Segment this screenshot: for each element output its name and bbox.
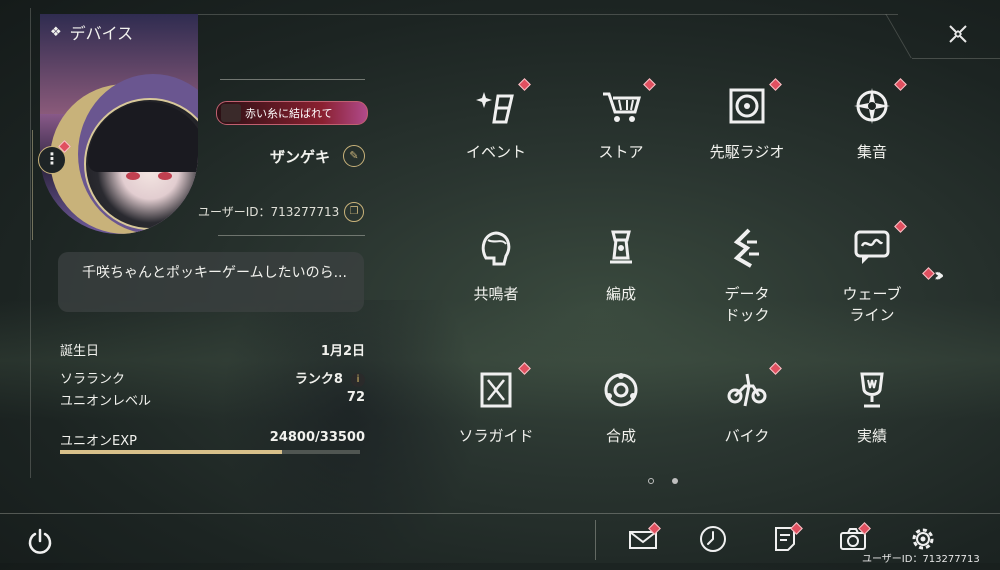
notes-button[interactable]	[770, 522, 803, 554]
notification-badge	[894, 78, 907, 91]
bottom-bar-line	[0, 513, 1000, 514]
notification-badge	[769, 362, 782, 375]
frame-line-top	[198, 14, 898, 15]
notification-badge	[518, 78, 531, 91]
stat-level-label: ユニオンレベル	[60, 394, 152, 409]
menu-item[interactable]: データ ドック	[697, 228, 797, 338]
menu-item-label: 共鳴者	[473, 285, 519, 303]
chess-pieces-icon	[601, 228, 641, 268]
notification-badge	[894, 220, 907, 233]
stat-exp-value: 24800/33500	[269, 430, 365, 445]
exp-progress-bar	[60, 450, 360, 454]
menu-item-label: バイク	[724, 427, 770, 445]
signature-text: 千咲ちゃんとポッキーゲームしたいのら...	[82, 265, 347, 281]
motorbike-icon	[727, 370, 767, 410]
stat-birthday-value: 1月2日	[320, 344, 365, 359]
power-icon	[28, 528, 52, 554]
double-chevron-right-icon: ›››	[934, 265, 945, 286]
character-head-icon	[476, 228, 516, 268]
frame-line-corner	[885, 14, 912, 58]
menu-item-label: 編成	[605, 285, 636, 303]
edit-name-button[interactable]: ✎	[343, 145, 365, 167]
data-dock-icon	[727, 228, 767, 268]
menu-item[interactable]: ストア	[571, 78, 671, 196]
menu-item[interactable]: 集音	[822, 78, 922, 196]
stat-exp-label: ユニオンEXP	[60, 434, 137, 449]
clock-button[interactable]	[698, 524, 728, 554]
page-dot[interactable]	[672, 478, 678, 484]
info-icon[interactable]: i	[351, 372, 365, 387]
cart-icon	[601, 86, 641, 126]
stat-exp: ユニオンEXP 24800/33500	[60, 430, 365, 450]
device-title: ❖ デバイス	[50, 20, 133, 44]
username: ザンゲキ	[270, 148, 331, 166]
menu-item-label: データ ドック	[724, 285, 770, 324]
frame-line-left	[30, 8, 31, 478]
stat-level: ユニオンレベル 72	[60, 390, 365, 410]
menu-item[interactable]: 先駆ラジオ	[697, 78, 797, 196]
badge-thumbnail	[221, 104, 241, 122]
guide-book-icon	[476, 370, 516, 410]
notification-badge	[643, 78, 656, 91]
next-page-button[interactable]: ›››	[934, 265, 945, 286]
menu-item-label: ソラガイド	[458, 427, 534, 445]
menu-item[interactable]: 実績	[822, 370, 922, 480]
menu-item[interactable]: 共鳴者	[446, 228, 546, 338]
stat-rank: ソラランク ランク8 i	[60, 368, 365, 388]
signature-box[interactable]: 千咲ちゃんとポッキーゲームしたいのら...	[58, 252, 364, 312]
menu-item-label: イベント	[465, 143, 526, 161]
menu-item-label: 集音	[856, 143, 887, 161]
clock-icon	[700, 526, 726, 552]
profile-side-line	[32, 130, 33, 240]
stat-birthday-label: 誕生日	[60, 344, 100, 359]
user-id-separator	[218, 235, 365, 236]
frame-line-top-right	[912, 58, 1000, 59]
stat-birthday: 誕生日 1月2日	[60, 340, 365, 360]
pencil-icon: ✎	[349, 149, 359, 162]
bottom-bar-separator	[595, 520, 596, 560]
trophy-icon	[852, 370, 892, 410]
close-button[interactable]	[944, 22, 972, 50]
menu-item[interactable]: バイク	[697, 362, 797, 480]
close-icon	[949, 25, 967, 43]
diamond-cluster-icon: ❖	[50, 24, 62, 40]
stat-level-value: 72	[346, 390, 365, 405]
power-button[interactable]	[26, 527, 54, 555]
menu-item-label: ストア	[598, 143, 644, 161]
menu-item[interactable]: ソラガイド	[446, 362, 546, 480]
avatar-eye-left	[126, 172, 140, 180]
menu-item-label: 先駆ラジオ	[709, 143, 785, 161]
radio-vinyl-icon	[727, 86, 767, 126]
exp-progress-fill	[60, 450, 282, 454]
notification-badge	[518, 362, 531, 375]
menu-item-label: 実績	[856, 427, 887, 445]
next-page-badge	[922, 267, 935, 280]
device-title-text: デバイス	[69, 24, 134, 43]
stat-rank-value: ランク8	[294, 372, 343, 387]
wave-chat-icon	[852, 228, 892, 268]
menu-item-label: 合成	[605, 427, 636, 445]
stat-rank-label: ソラランク	[60, 372, 126, 387]
profile-separator	[220, 79, 365, 80]
title-badge[interactable]: 赤い糸に結ばれて	[216, 101, 368, 125]
menu-item-label: ウェーブ ライン	[842, 285, 902, 324]
badge-text: 赤い糸に結ばれて	[245, 107, 333, 120]
event-sparkle-icon	[476, 86, 516, 126]
notification-badge	[769, 78, 782, 91]
page-dot-active[interactable]	[648, 478, 654, 484]
menu-item[interactable]: ウェーブ ライン	[822, 220, 922, 338]
profile-portrait[interactable]	[40, 14, 198, 234]
compass-star-icon	[852, 86, 892, 126]
menu-item[interactable]: 合成	[571, 370, 671, 480]
copy-id-button[interactable]: ❐	[344, 202, 364, 222]
mail-button[interactable]	[628, 522, 661, 554]
page-indicator	[648, 478, 678, 484]
menu-item[interactable]: イベント	[446, 78, 546, 196]
copy-icon: ❐	[349, 206, 359, 217]
user-id: ユーザーID：713277713	[198, 205, 340, 219]
menu-item[interactable]: 編成	[571, 228, 671, 338]
avatar-eye-right	[158, 172, 172, 180]
synthesis-ring-icon	[601, 370, 641, 410]
